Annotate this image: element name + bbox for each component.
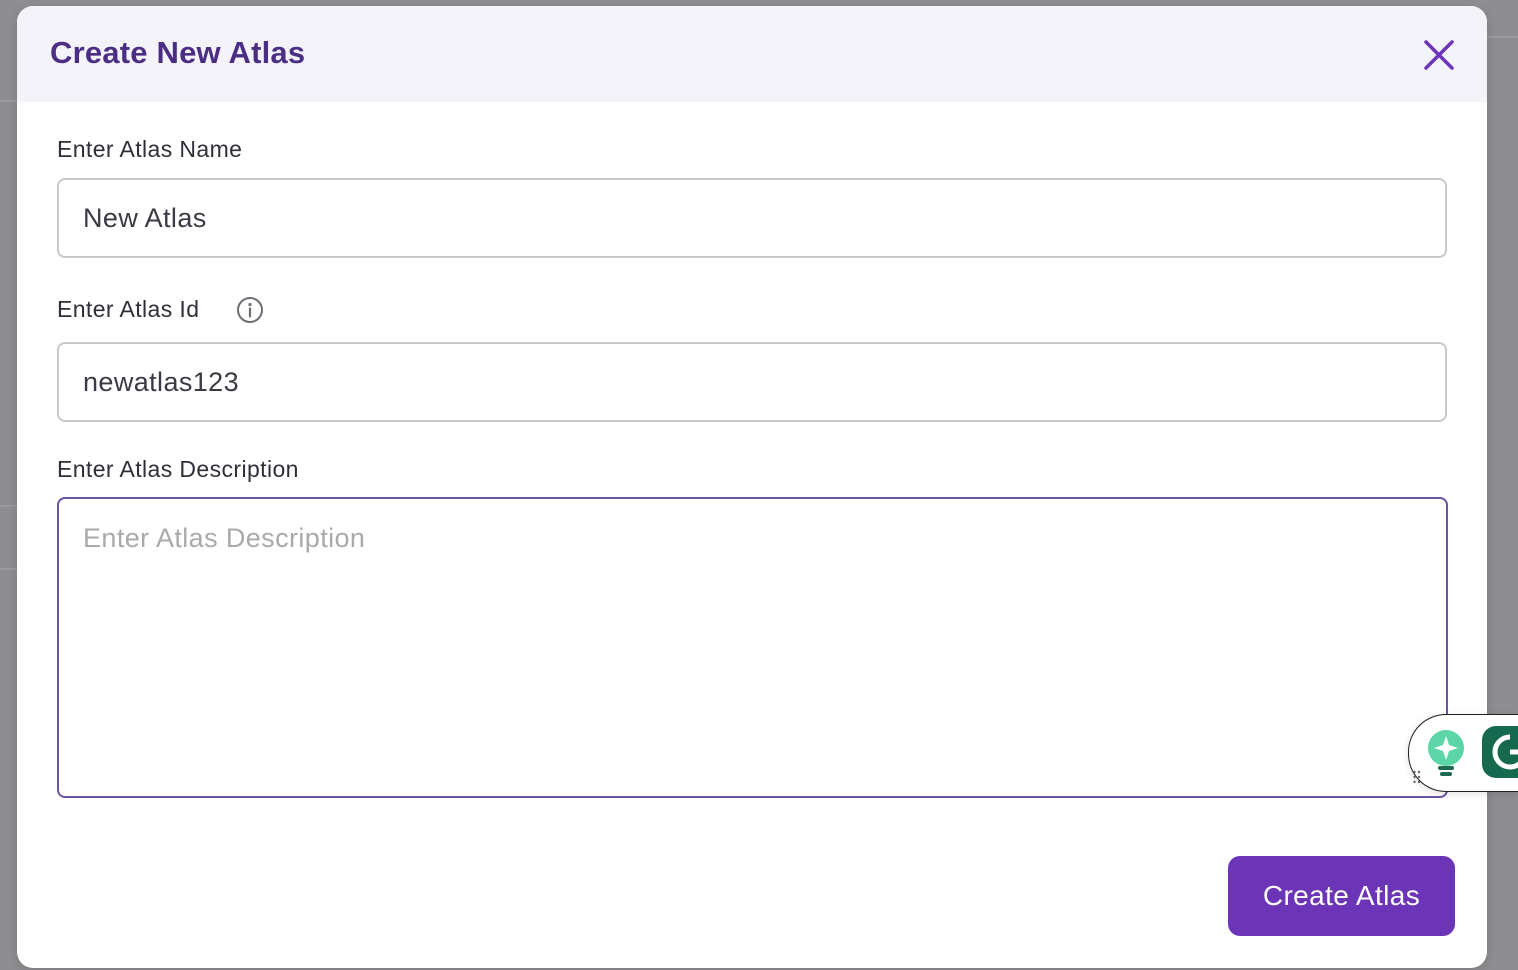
backdrop-divider [0,505,17,507]
dialog-header: Create New Atlas [17,6,1487,102]
atlas-id-label: Enter Atlas Id [57,296,200,322]
atlas-id-input[interactable] [57,342,1447,422]
lightbulb-sparkle-icon[interactable] [1424,728,1468,778]
atlas-name-input[interactable] [57,178,1447,258]
backdrop-divider [0,568,17,570]
create-atlas-button[interactable]: Create Atlas [1228,856,1455,936]
atlas-name-label: Enter Atlas Name [57,136,243,162]
create-atlas-dialog: Create New Atlas Enter Atlas Name Enter … [17,6,1487,968]
backdrop-divider [1487,36,1518,38]
grip-icon[interactable] [1412,770,1422,784]
atlas-description-textarea[interactable] [57,497,1448,798]
grammarly-g-icon[interactable] [1480,724,1518,780]
close-button[interactable] [1421,37,1457,73]
backdrop-divider [0,100,17,102]
atlas-description-label: Enter Atlas Description [57,456,299,482]
close-icon [1424,40,1454,70]
info-icon[interactable] [235,295,265,325]
dialog-title: Create New Atlas [50,35,306,70]
